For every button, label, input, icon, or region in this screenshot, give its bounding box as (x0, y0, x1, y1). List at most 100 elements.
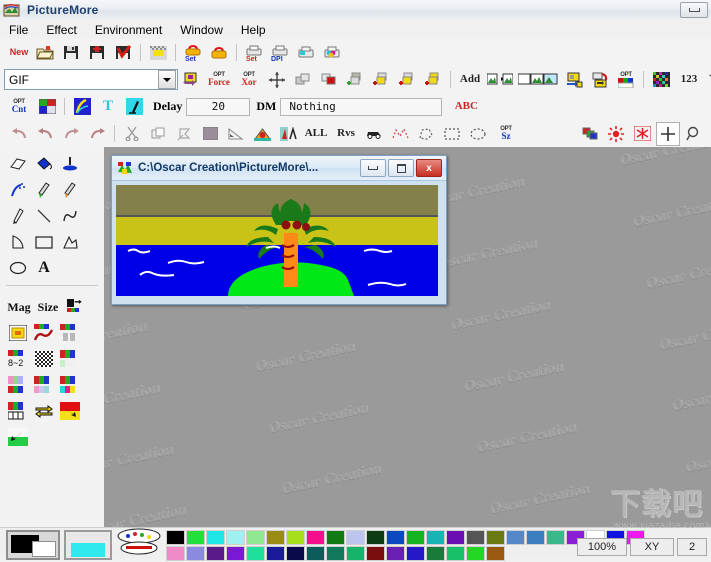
island-palm-tree-picture[interactable] (116, 185, 438, 296)
color-swatch[interactable] (346, 546, 365, 561)
color-picker-tool[interactable] (63, 294, 89, 320)
polygon-select-button[interactable] (414, 122, 438, 146)
color-swatch[interactable] (206, 546, 225, 561)
move-button[interactable] (265, 68, 289, 92)
color-swatch[interactable] (386, 546, 405, 561)
opt-palette-button[interactable]: OPT (614, 68, 638, 92)
save-all-button[interactable] (85, 41, 109, 65)
color-swatch[interactable] (386, 530, 405, 545)
brightness-button[interactable] (604, 122, 628, 146)
cut-button[interactable] (120, 122, 144, 146)
color-swatch[interactable] (246, 546, 265, 561)
layer-dup-gray-button[interactable] (291, 68, 315, 92)
color-swatch[interactable] (466, 530, 485, 545)
color-bars-tool[interactable] (57, 320, 83, 346)
color-swatch[interactable] (166, 530, 185, 545)
sparkle-button[interactable] (630, 122, 654, 146)
print-set-button[interactable]: Set (242, 41, 266, 65)
color-swatch[interactable] (206, 530, 225, 545)
gradient-button[interactable] (250, 122, 274, 146)
bag-button[interactable] (207, 41, 231, 65)
image-close-button[interactable]: x (416, 159, 442, 177)
opt-force-button[interactable]: OPT Force (205, 68, 233, 92)
delay-field[interactable]: 20 (186, 97, 251, 116)
disposal-method-field[interactable]: Nothing (280, 97, 443, 116)
rectangle-tool[interactable] (31, 229, 57, 255)
color-swatch[interactable] (366, 546, 385, 561)
color-swatch[interactable] (466, 546, 485, 561)
fill-bucket-tool[interactable] (31, 151, 57, 177)
add-point-button[interactable] (705, 68, 711, 92)
color-swatch[interactable] (546, 530, 565, 545)
image-maximize-button[interactable] (388, 159, 414, 177)
undo-all-button[interactable] (33, 122, 57, 146)
color-swatch[interactable] (326, 546, 345, 561)
transparency-button[interactable] (146, 41, 170, 65)
layers-color-button[interactable] (578, 122, 602, 146)
pencil-tool[interactable] (5, 203, 31, 229)
redo-button[interactable] (59, 122, 83, 146)
pen-tool-button[interactable] (122, 95, 146, 119)
color-swatch[interactable] (406, 546, 425, 561)
color-swatch[interactable] (406, 530, 425, 545)
foreground-background-color-selector[interactable] (6, 530, 60, 560)
dither-button[interactable] (649, 68, 673, 92)
extract-button[interactable] (562, 68, 586, 92)
color-swatch[interactable] (266, 546, 285, 561)
curve-tool[interactable] (57, 203, 83, 229)
add-frame-button[interactable]: Add (456, 68, 484, 92)
color-swatch[interactable] (266, 530, 285, 545)
format-select[interactable]: GIF (4, 69, 178, 90)
paste-target-button[interactable] (179, 68, 203, 92)
color-swatch[interactable] (326, 530, 345, 545)
text-tool[interactable]: A (31, 255, 57, 281)
opt-cnt-button[interactable]: OPT Cnt (5, 95, 33, 119)
arc-tool[interactable] (5, 229, 31, 255)
curve-adjust-button[interactable] (70, 95, 94, 119)
angle-button[interactable] (224, 122, 248, 146)
secondary-color-selector[interactable] (64, 530, 112, 560)
checkerboard-tool[interactable] (31, 346, 57, 372)
layer-add-yellow-button[interactable] (395, 68, 419, 92)
opt-xor-button[interactable]: OPT Xor (235, 68, 263, 92)
eraser-tool[interactable] (5, 151, 31, 177)
print-color-button[interactable] (320, 41, 344, 65)
color-swatch[interactable] (526, 530, 545, 545)
print-preview-button[interactable] (294, 41, 318, 65)
crosshair-button[interactable] (656, 121, 680, 146)
color-swatch[interactable] (446, 546, 465, 561)
color-swatch[interactable] (486, 546, 505, 561)
copy-button[interactable] (146, 122, 170, 146)
numbers-button[interactable]: 123 (675, 68, 703, 92)
ellipse-tool[interactable] (5, 255, 31, 281)
save-file-button[interactable] (59, 41, 83, 65)
image-document-window[interactable]: C:\Oscar Creation\PictureMore\... x (111, 155, 447, 305)
color-swatch[interactable] (166, 546, 185, 561)
reverse-select-button[interactable]: Rvs (332, 122, 360, 146)
rotate-frame-button[interactable] (588, 68, 612, 92)
secondary-color-swatch[interactable] (71, 543, 105, 557)
paste-pin-button[interactable] (172, 122, 196, 146)
color-table-button[interactable] (35, 95, 59, 119)
menu-file[interactable]: File (0, 21, 37, 39)
color-swatch[interactable] (246, 530, 265, 545)
layer-add-red-button[interactable] (369, 68, 393, 92)
color-swatch[interactable] (286, 530, 305, 545)
menu-effect[interactable]: Effect (37, 21, 85, 39)
color-swatch[interactable] (186, 530, 205, 545)
brush-green-tool[interactable] (31, 177, 57, 203)
rect-select-button[interactable] (440, 122, 464, 146)
image-minimize-button[interactable] (360, 159, 386, 177)
reduce-colors-tool[interactable]: 8~2 (5, 346, 31, 372)
menu-help[interactable]: Help (232, 21, 275, 39)
open-file-button[interactable] (33, 41, 57, 65)
airbrush-tool[interactable] (57, 151, 83, 177)
color-arrow2-tool[interactable] (5, 424, 31, 450)
color-swatch[interactable] (306, 530, 325, 545)
color-cyan-tool[interactable] (57, 372, 83, 398)
color-swatch[interactable] (346, 530, 365, 545)
three-frames-button[interactable] (516, 68, 560, 92)
shape-car-button[interactable] (362, 122, 386, 146)
color-swatch[interactable] (306, 546, 325, 561)
undo-button[interactable] (7, 122, 31, 146)
